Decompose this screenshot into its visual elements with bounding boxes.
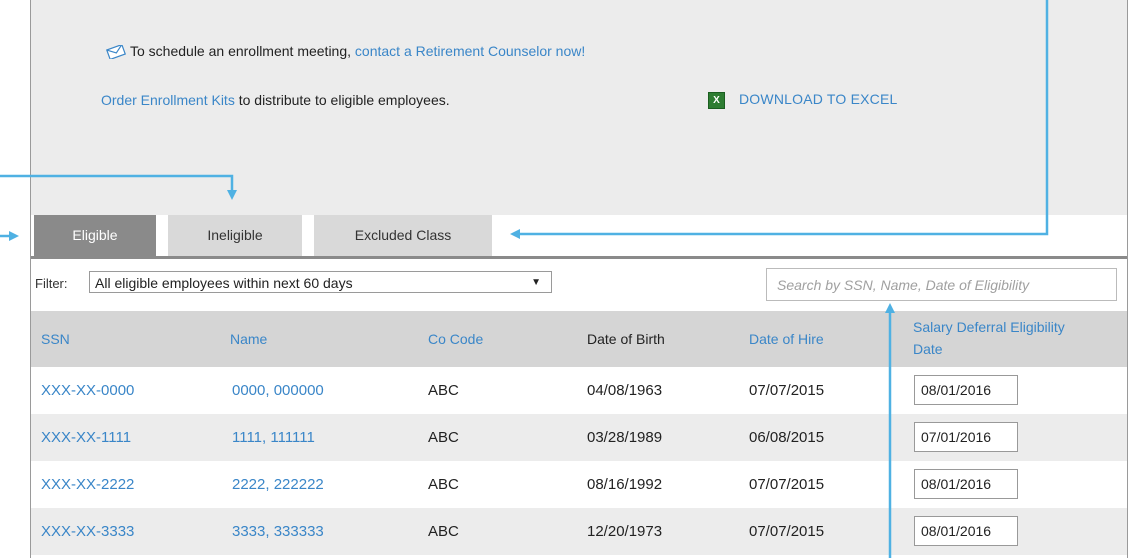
arrow-to-excluded-class-tab bbox=[510, 0, 1049, 239]
annotation-arrows bbox=[0, 0, 1049, 558]
arrow-to-ineligible-tab bbox=[0, 174, 237, 200]
